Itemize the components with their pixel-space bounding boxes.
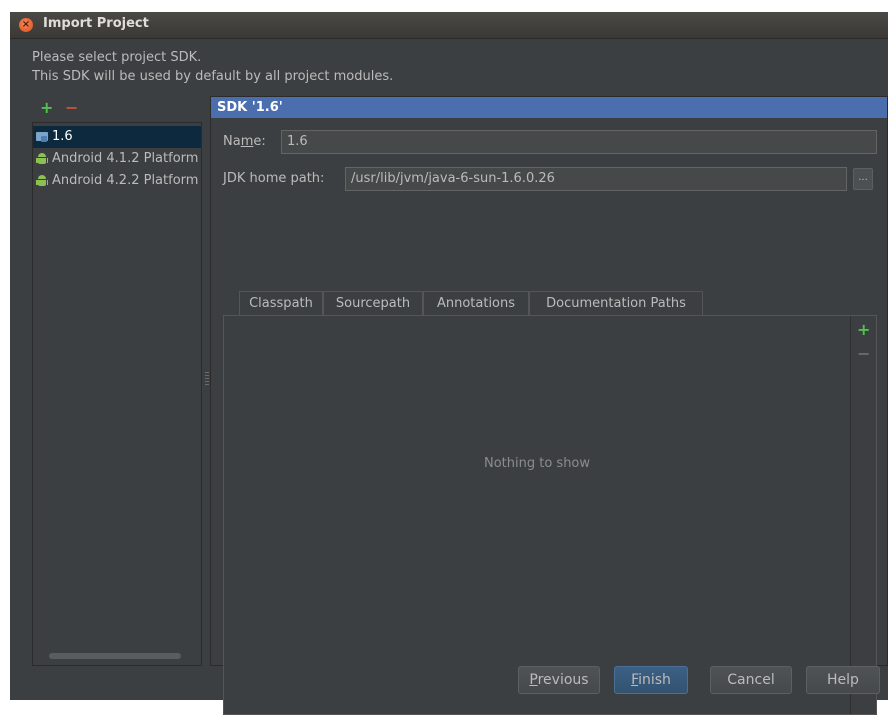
finish-button[interactable]: Finish	[614, 666, 688, 694]
remove-path-icon: −	[857, 344, 871, 363]
intro-line-2: This SDK will be used by default by all …	[32, 69, 394, 84]
browse-button[interactable]: ...	[853, 168, 873, 190]
sdk-item-label: Android 4.2.2 Platform	[52, 173, 199, 188]
sdk-item-android-4-1-2[interactable]: Android 4.1.2 Platform	[33, 148, 201, 170]
close-icon[interactable]: ×	[19, 18, 33, 32]
previous-button[interactable]: Previous	[518, 666, 600, 694]
window-title: Import Project	[43, 16, 149, 31]
sdk-item-android-4-2-2[interactable]: Android 4.2.2 Platform	[33, 170, 201, 192]
add-path-icon[interactable]: +	[857, 322, 870, 338]
paths-list: Nothing to show + −	[223, 315, 877, 715]
sdk-item-label: 1.6	[52, 129, 73, 144]
splitter-handle[interactable]	[205, 372, 209, 386]
empty-text: Nothing to show	[483, 456, 591, 471]
sdk-details-panel: SDK '1.6' Name: 1.6 JDK home path: /usr/…	[210, 96, 888, 715]
sdk-list: 1.6 Android 4.1.2 Platform Android 4.2.2…	[32, 122, 202, 666]
tab-documentation-paths[interactable]: Documentation Paths	[529, 291, 703, 315]
tab-classpath[interactable]: Classpath	[239, 291, 323, 315]
android-icon	[36, 152, 48, 166]
divider	[850, 316, 851, 714]
remove-sdk-icon[interactable]: −	[65, 100, 78, 116]
jdk-home-field[interactable]: /usr/lib/jvm/java-6-sun-1.6.0.26	[345, 167, 847, 191]
help-button[interactable]: Help	[806, 666, 880, 694]
name-field[interactable]: 1.6	[281, 130, 877, 154]
import-project-dialog: × Import Project Please select project S…	[10, 12, 888, 715]
sdk-header: SDK '1.6'	[211, 97, 887, 118]
name-label: Name:	[223, 134, 266, 149]
tab-sourcepath[interactable]: Sourcepath	[323, 291, 423, 315]
tab-annotations[interactable]: Annotations	[423, 291, 529, 315]
intro-line-1: Please select project SDK.	[32, 50, 202, 65]
horizontal-scrollbar[interactable]	[49, 653, 181, 659]
jdk-folder-icon	[36, 132, 48, 142]
cancel-button[interactable]: Cancel	[710, 666, 792, 694]
title-bar: × Import Project	[10, 12, 888, 39]
sdk-item-1-6[interactable]: 1.6	[33, 126, 201, 148]
add-sdk-icon[interactable]: +	[40, 100, 53, 116]
sdk-item-label: Android 4.1.2 Platform	[52, 151, 199, 166]
jdk-home-label: JDK home path:	[223, 171, 325, 186]
android-icon	[36, 174, 48, 188]
